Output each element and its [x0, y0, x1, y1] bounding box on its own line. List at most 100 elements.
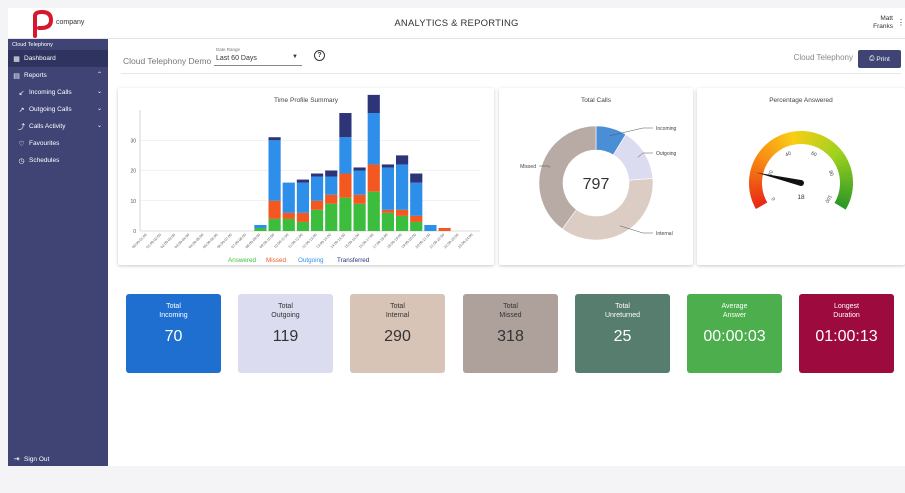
- bar-segment-transferred[interactable]: [367, 94, 380, 114]
- total-calls-card: Total Calls Incoming Outgoing Internal Miss…: [499, 88, 693, 265]
- bar-segment-missed[interactable]: [296, 212, 310, 222]
- top-bar: company ANALYTICS & REPORTING Matt Frank…: [8, 8, 905, 39]
- date-range-value: Last 60 Days: [216, 55, 257, 62]
- bar-segment-answered[interactable]: [310, 209, 324, 231]
- date-range-select[interactable]: Date Range Last 60 Days ▼: [214, 47, 302, 66]
- gauge-tick-label: 0: [771, 196, 778, 202]
- bar-segment-transferred[interactable]: [325, 170, 338, 177]
- stat-tile-incoming[interactable]: Total Incoming 70: [126, 294, 221, 373]
- tile-label-line2: Answer: [722, 312, 747, 319]
- bar-segment-transferred[interactable]: [410, 173, 423, 183]
- user-first-name: Matt: [880, 15, 893, 22]
- tile-label-line2: Unreturned: [604, 312, 641, 319]
- print-button[interactable]: ⎙ Print: [858, 50, 901, 68]
- sign-out-button[interactable]: ⇥ Sign Out: [8, 452, 108, 466]
- bar-segment-answered[interactable]: [296, 221, 310, 231]
- bar-segment-outgoing[interactable]: [353, 170, 366, 195]
- user-name[interactable]: Matt Franks: [873, 15, 893, 31]
- tile-value: 290: [384, 328, 411, 345]
- bar-segment-outgoing[interactable]: [381, 167, 395, 210]
- sidebar-item-reports[interactable]: ▤ Reports ⌃: [8, 67, 108, 84]
- sidebar-item-label: Calls Activity: [29, 123, 66, 130]
- bar-segment-outgoing[interactable]: [296, 182, 310, 213]
- bar-segment-transferred[interactable]: [268, 137, 281, 141]
- bar-segment-transferred[interactable]: [296, 179, 310, 183]
- stat-tile-outgoing[interactable]: Total Outgoing 119: [238, 294, 333, 373]
- legend-item-missed[interactable]: Missed: [266, 257, 286, 264]
- bar-segment-missed[interactable]: [410, 215, 423, 222]
- sidebar-item-schedules[interactable]: ◷ Schedules: [8, 152, 108, 169]
- bar-segment-answered[interactable]: [353, 203, 366, 231]
- tile-label-line1: Average: [721, 303, 748, 310]
- bar-segment-outgoing[interactable]: [395, 164, 409, 210]
- table-icon: ▤: [13, 72, 20, 80]
- user-menu-icon[interactable]: ⋮: [897, 18, 905, 27]
- trend-icon: ⤴: [18, 123, 25, 131]
- bar-segment-missed[interactable]: [367, 164, 380, 192]
- bar-segment-answered[interactable]: [410, 221, 423, 231]
- bar-segment-missed[interactable]: [353, 194, 366, 204]
- bar-segment-answered[interactable]: [254, 227, 267, 231]
- bar-segment-answered[interactable]: [339, 197, 352, 231]
- bar-segment-missed[interactable]: [438, 227, 451, 231]
- bar-segment-missed[interactable]: [339, 173, 352, 198]
- sidebar-item-incoming-calls[interactable]: ↙ Incoming Calls ⌄: [8, 84, 108, 101]
- bar-segment-answered[interactable]: [367, 191, 380, 231]
- tile-value: 01:00:13: [815, 328, 878, 345]
- stat-tile-duration[interactable]: Longest Duration 01:00:13: [799, 294, 894, 373]
- time-profile-card: Time Profile Summary 0 10 20 30 00:00-01:00 0…: [118, 88, 494, 265]
- sidebar-item-favourites[interactable]: ♡ Favourites: [8, 135, 108, 152]
- caret-down-icon: ▼: [292, 54, 298, 60]
- bar-segment-outgoing[interactable]: [254, 224, 267, 228]
- bar-segment-missed[interactable]: [381, 209, 395, 213]
- legend-item-transferred[interactable]: Transferred: [337, 257, 370, 264]
- bar-segment-outgoing[interactable]: [268, 140, 281, 201]
- print-label: Print: [876, 55, 890, 63]
- bar-segment-outgoing[interactable]: [424, 224, 437, 231]
- sidebar-item-label: Dashboard: [24, 55, 56, 62]
- dashboard-icon: ▦: [13, 55, 20, 63]
- bar-segment-answered[interactable]: [381, 212, 395, 231]
- sidebar-item-label: Favourites: [29, 140, 60, 147]
- bar-segment-missed[interactable]: [282, 212, 295, 219]
- bar-segment-outgoing[interactable]: [367, 113, 380, 165]
- bar-segment-outgoing[interactable]: [410, 182, 423, 216]
- bar-segment-transferred[interactable]: [339, 113, 352, 138]
- date-range-label: Date Range: [216, 47, 241, 52]
- stat-tile-answer[interactable]: Average Answer 00:00:03: [687, 294, 782, 373]
- bar-segment-transferred[interactable]: [395, 155, 409, 165]
- legend-item-answered[interactable]: Answered: [228, 257, 256, 264]
- bar-segment-transferred[interactable]: [310, 173, 324, 177]
- bar-segment-answered[interactable]: [268, 218, 281, 231]
- bar-segment-missed[interactable]: [310, 200, 324, 210]
- bar-segment-missed[interactable]: [395, 209, 409, 216]
- bar-segment-outgoing[interactable]: [310, 176, 324, 201]
- divider: [121, 73, 901, 74]
- bar-segment-outgoing[interactable]: [282, 182, 295, 213]
- sidebar-item-dashboard[interactable]: ▦ Dashboard: [8, 50, 108, 67]
- stat-tile-internal[interactable]: Total Internal 290: [350, 294, 445, 373]
- bar-segment-transferred[interactable]: [381, 164, 395, 168]
- bar-segment-transferred[interactable]: [353, 167, 366, 171]
- gauge-needle: [756, 172, 802, 186]
- stat-tile-unreturned[interactable]: Total Unreturned 25: [575, 294, 670, 373]
- sidebar-item-label: Schedules: [29, 157, 60, 164]
- bar-segment-outgoing[interactable]: [339, 137, 352, 174]
- bar-segment-missed[interactable]: [325, 194, 338, 204]
- stat-tile-missed[interactable]: Total Missed 318: [463, 294, 558, 373]
- bar-segment-answered[interactable]: [282, 218, 295, 231]
- bar-segment-missed[interactable]: [268, 200, 281, 219]
- legend-item-outgoing[interactable]: Outgoing: [298, 257, 324, 264]
- sidebar-item-calls-activity[interactable]: ⤴ Calls Activity ⌄: [8, 118, 108, 135]
- bar-segment-answered[interactable]: [395, 215, 409, 231]
- bar-segment-outgoing[interactable]: [325, 176, 338, 195]
- gauge-value: 18: [797, 194, 805, 201]
- sidebar-item-outgoing-calls[interactable]: ↗ Outgoing Calls ⌄: [8, 101, 108, 118]
- service-label: Cloud Telephony: [793, 53, 853, 62]
- tile-label-line2: Outgoing: [271, 312, 300, 319]
- bar-segment-answered[interactable]: [325, 203, 338, 231]
- heart-icon: ♡: [18, 140, 25, 148]
- sidebar: Cloud Telephony ▦ Dashboard ▤ Reports ⌃ …: [8, 39, 108, 466]
- page-title: ANALYTICS & REPORTING: [394, 18, 519, 29]
- help-icon[interactable]: ?: [314, 50, 325, 61]
